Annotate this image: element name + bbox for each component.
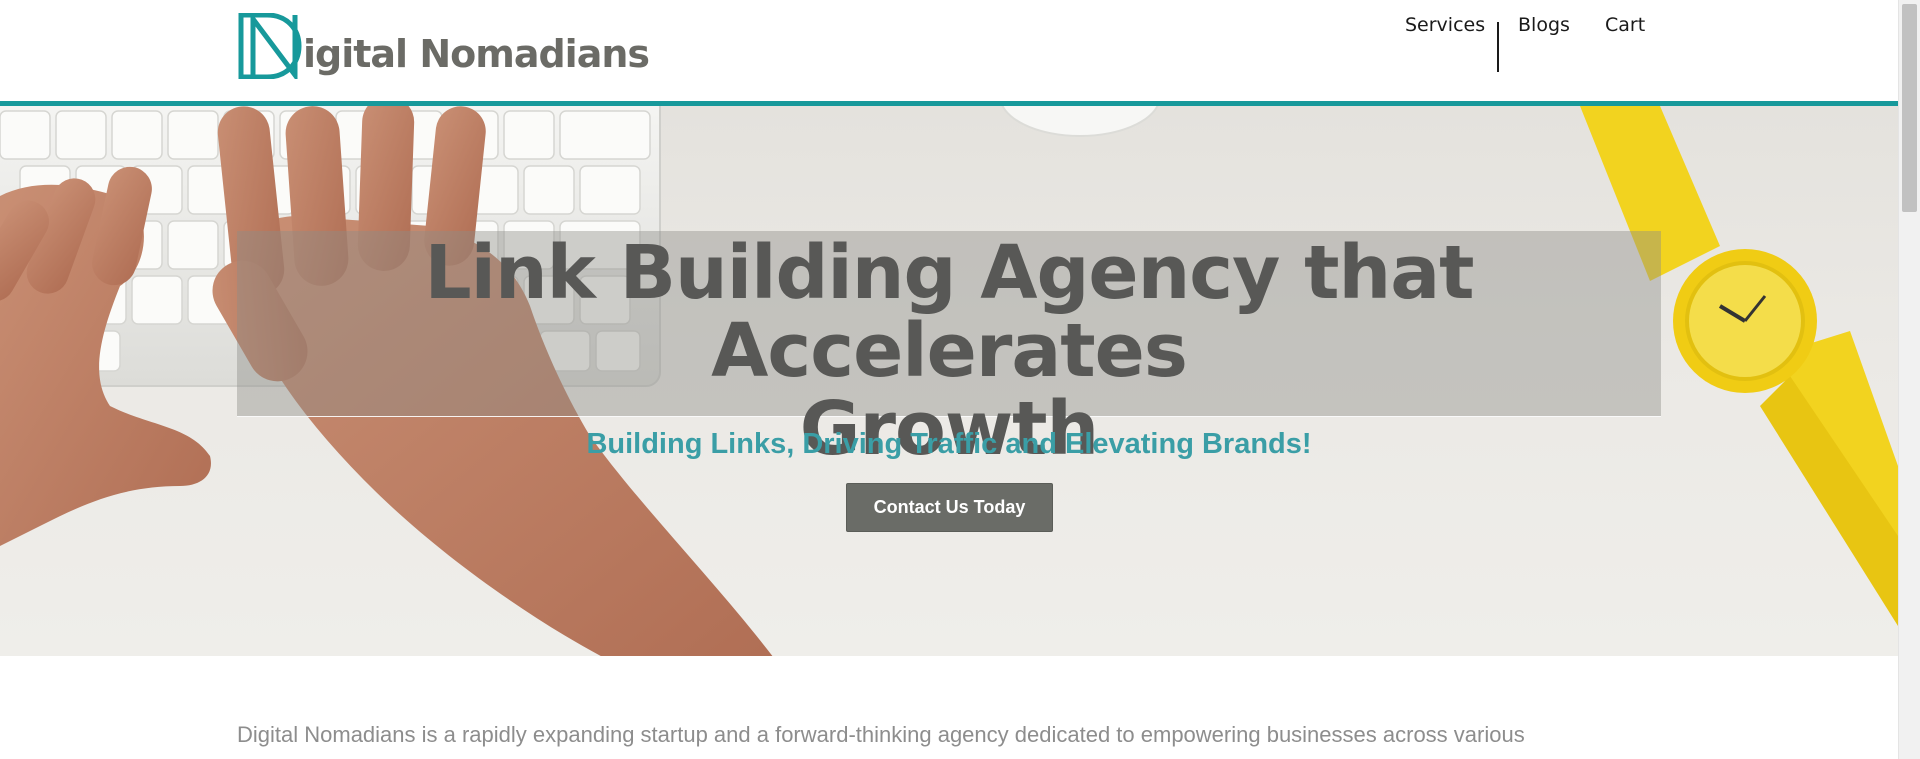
site-logo[interactable]: igital Nomadians	[237, 13, 650, 79]
nav-item-blogs[interactable]: Blogs	[1518, 14, 1570, 36]
nav-item-cart[interactable]: Cart	[1605, 14, 1645, 36]
nav-item-services[interactable]: Services	[1405, 14, 1485, 36]
scrollbar-thumb[interactable]	[1902, 4, 1917, 212]
intro-paragraph: Digital Nomadians is a rapidly expanding…	[237, 722, 1525, 747]
nav-divider	[1497, 22, 1499, 72]
site-header: igital Nomadians Services Blogs Cart	[0, 0, 1898, 101]
mouse-image	[1001, 106, 1159, 137]
dn-logo-icon	[238, 13, 302, 79]
hero-subtitle: Building Links, Driving Traffic and Elev…	[586, 428, 1312, 460]
contact-us-button[interactable]: Contact Us Today	[846, 483, 1053, 532]
brand-name: igital Nomadians	[303, 32, 650, 76]
hero-section: Link Building Agency that Accelerates Gr…	[0, 106, 1898, 656]
page-scrollbar[interactable]	[1898, 0, 1920, 759]
hero-title-line-1: Link Building Agency that Accelerates	[424, 230, 1474, 394]
